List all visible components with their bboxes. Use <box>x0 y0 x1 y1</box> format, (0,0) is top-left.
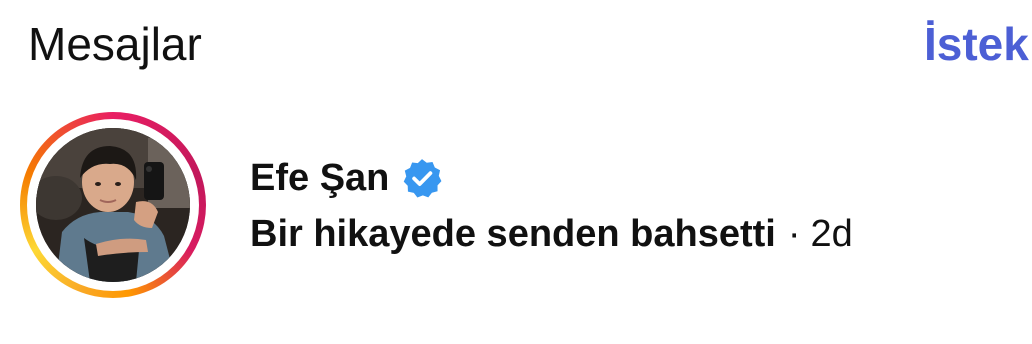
separator-dot: · <box>787 213 801 255</box>
message-preview: Bir hikayede senden bahsetti <box>250 213 776 255</box>
messages-screen: Mesajlar İstek Efe Şan Bir hikayede send… <box>0 0 1032 344</box>
page-title: Mesajlar <box>28 18 202 70</box>
contact-name: Efe Şan <box>250 157 390 199</box>
message-preview-line: Bir hikayede senden bahsetti · 2d <box>250 212 853 256</box>
story-ring[interactable] <box>20 112 206 298</box>
timestamp: 2d <box>810 213 853 255</box>
thread-name-line: Efe Şan <box>250 156 443 200</box>
avatar <box>36 128 190 282</box>
message-thread-row[interactable]: Efe Şan Bir hikayede senden bahsetti · 2d <box>0 106 1032 306</box>
requests-link[interactable]: İstek <box>924 14 1029 74</box>
avatar-photo <box>36 128 190 282</box>
verified-badge-icon <box>401 157 443 199</box>
